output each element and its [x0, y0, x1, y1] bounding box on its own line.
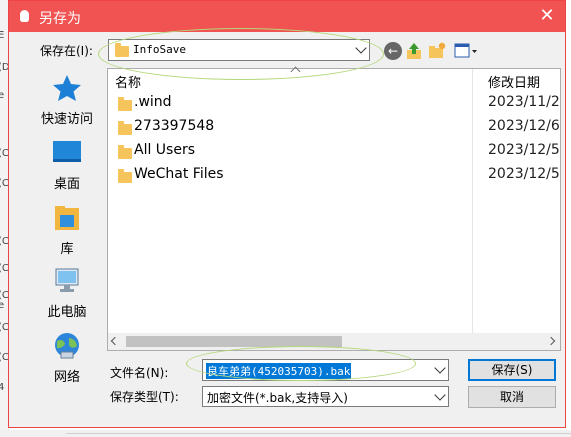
chevron-down-icon[interactable] [434, 362, 446, 374]
save-in-value: InfoSave [133, 43, 186, 56]
file-name: All Users [134, 142, 196, 158]
file-name: .wind [134, 94, 172, 110]
sort-ascending-icon [290, 66, 301, 77]
file-date: 2023/12/6 [488, 118, 560, 134]
scrollbar-thumb[interactable] [126, 336, 342, 347]
close-button[interactable]: ✕ [537, 6, 557, 26]
folder-icon [118, 145, 132, 159]
list-item[interactable]: .wind 2023/11/2 [108, 93, 560, 115]
column-header-modified[interactable]: 修改日期 [488, 72, 540, 91]
file-list[interactable]: 名称 修改日期 .wind 2023/11/2 273397548 2023/1… [107, 66, 561, 351]
sidebar-item-label: 快速访问 [40, 112, 93, 127]
cancel-button[interactable]: 取消 [468, 386, 556, 408]
file-date: 2023/11/2 [488, 94, 560, 110]
sidebar-item-quick-access[interactable]: 快速访问 [31, 74, 103, 127]
background-window-bottom [0, 430, 571, 437]
filename-label: 文件名(N): [110, 366, 169, 380]
sidebar-item-label: 桌面 [53, 177, 80, 192]
sidebar-item-library[interactable]: 库 [31, 204, 103, 257]
view-menu-icon[interactable] [454, 42, 478, 60]
filetype-value: 加密文件(*.bak,支持导入) [207, 391, 348, 405]
sidebar-item-label: 此电脑 [47, 305, 87, 320]
title-bar[interactable]: 另存为 ✕ [9, 1, 565, 32]
save-button[interactable]: 保存(S) [468, 359, 556, 381]
sidebar-item-network[interactable]: 网络 [31, 332, 103, 385]
scroll-left-icon[interactable] [110, 336, 120, 346]
file-name: 273397548 [134, 118, 215, 134]
chevron-down-icon [355, 42, 367, 54]
edge-char: e [0, 90, 5, 101]
filename-input[interactable]: 良车弟弟(452035703).bak [202, 359, 449, 381]
horizontal-scrollbar[interactable] [108, 333, 560, 350]
list-item[interactable]: WeChat Files 2023/12/5 [108, 165, 560, 187]
edge-char: E [0, 30, 5, 41]
column-header-name[interactable]: 名称 [115, 72, 141, 91]
desktop-icon [53, 141, 81, 162]
save-in-dropdown[interactable]: InfoSave [108, 39, 370, 61]
filetype-label: 保存类型(T): [110, 390, 179, 404]
dialog-title: 另存为 [39, 11, 81, 27]
scroll-right-icon[interactable] [546, 336, 556, 346]
places-sidebar: 快速访问 桌面 库 此电脑 网络 [31, 68, 103, 388]
sidebar-item-desktop[interactable]: 桌面 [31, 139, 103, 192]
network-icon [55, 333, 79, 359]
folder-icon [118, 169, 132, 183]
folder-icon [118, 97, 132, 111]
file-date: 2023/12/5 [488, 142, 560, 158]
save-as-dialog: 另存为 ✕ 保存在(I): InfoSave ← 快速访问 桌面 库 此电脑 网… [8, 0, 566, 428]
sidebar-item-label: 网络 [53, 370, 80, 385]
file-date: 2023/12/5 [488, 166, 560, 182]
up-folder-icon[interactable] [405, 42, 423, 60]
folder-icon [118, 121, 132, 135]
save-in-label: 保存在(I): [40, 44, 93, 58]
filename-value: 良车弟弟(452035703).bak [206, 363, 352, 379]
edge-char: 4 [0, 382, 5, 393]
back-icon[interactable]: ← [384, 42, 402, 60]
sidebar-item-this-pc[interactable]: 此电脑 [31, 267, 103, 320]
file-name: WeChat Files [134, 166, 224, 182]
app-icon [20, 10, 29, 22]
star-icon [53, 75, 81, 101]
chevron-down-icon [434, 388, 446, 401]
edge-char: e [0, 300, 5, 311]
new-folder-icon[interactable] [428, 42, 446, 60]
library-icon [55, 206, 79, 230]
list-item[interactable]: 273397548 2023/12/6 [108, 117, 560, 139]
list-item[interactable]: All Users 2023/12/5 [108, 141, 560, 163]
computer-icon [55, 268, 79, 292]
sidebar-item-label: 库 [60, 242, 74, 257]
folder-icon [115, 43, 129, 57]
filetype-dropdown[interactable]: 加密文件(*.bak,支持导入) [202, 386, 449, 407]
